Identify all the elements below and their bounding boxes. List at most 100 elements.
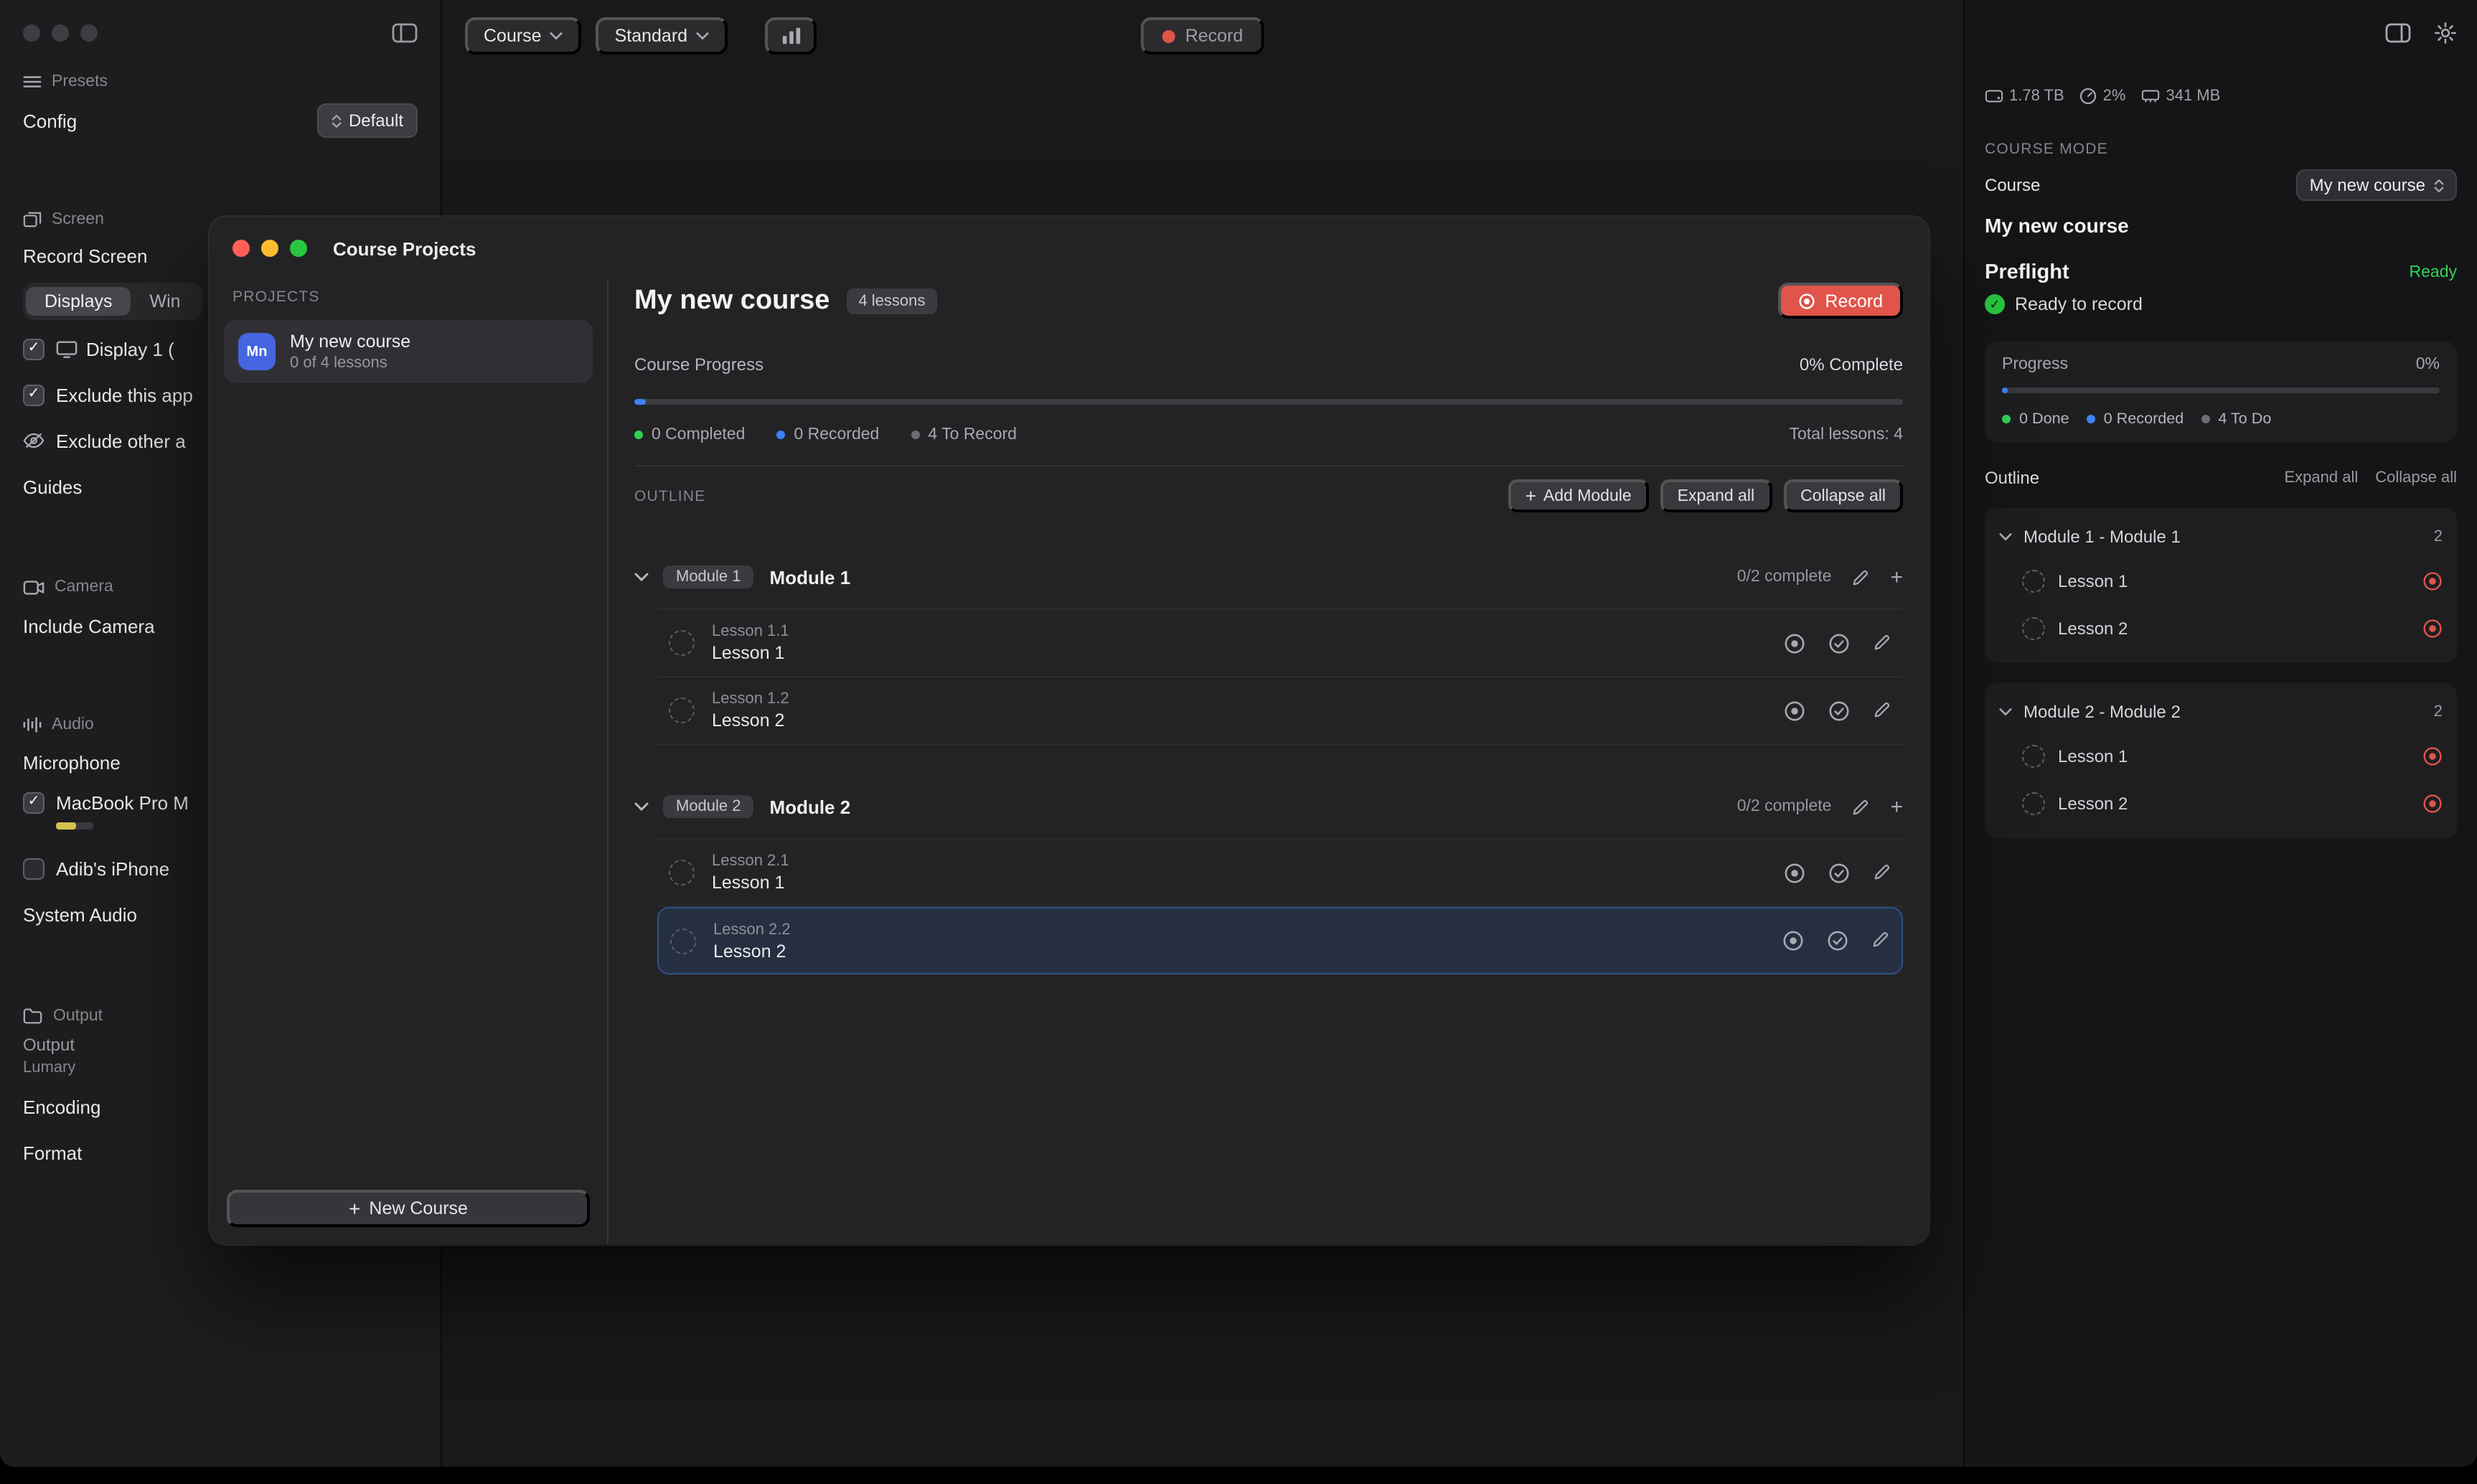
format-label[interactable]: Format <box>23 1142 82 1163</box>
pencil-icon[interactable] <box>1873 632 1891 654</box>
collapse-all-button[interactable]: Collapse all <box>1783 479 1903 512</box>
new-course-button[interactable]: + New Course <box>227 1190 590 1227</box>
add-lesson-icon[interactable]: + <box>1890 796 1903 817</box>
module-badge: Module 1 <box>663 565 754 588</box>
stats-button[interactable] <box>765 17 817 55</box>
pencil-icon[interactable] <box>1873 862 1891 883</box>
lesson-status-icon <box>2022 569 2045 592</box>
output-value[interactable]: Lumary <box>23 1059 75 1076</box>
lesson-title: Lesson 2 <box>713 941 791 961</box>
tab-windows[interactable]: Win <box>131 287 199 316</box>
display1-checkbox[interactable]: ✓ <box>23 338 44 360</box>
include-camera-label[interactable]: Include Camera <box>23 615 155 637</box>
minimize-window-button[interactable] <box>261 240 278 257</box>
close-window-button[interactable] <box>232 240 250 257</box>
zoom-window-button[interactable] <box>290 240 307 257</box>
project-subtitle: 0 of 4 lessons <box>290 354 410 372</box>
record-lesson-button[interactable] <box>2422 746 2443 766</box>
disk-usage-value: 1.78 TB <box>2009 88 2064 105</box>
mark-complete-icon[interactable] <box>1827 930 1848 952</box>
panel-expand-all[interactable]: Expand all <box>2285 469 2359 487</box>
legend-dot-completed <box>634 431 643 439</box>
lesson-row[interactable]: Lesson 1.1 Lesson 1 <box>657 610 1903 677</box>
tab-displays[interactable]: Displays <box>26 287 131 316</box>
iphone-device-checkbox[interactable] <box>23 858 44 879</box>
project-list-item[interactable]: Mn My new course 0 of 4 lessons <box>224 320 593 383</box>
sidebar-toggle-icon[interactable] <box>392 23 418 43</box>
preset-dropdown[interactable]: Standard <box>596 17 728 55</box>
mark-complete-icon[interactable] <box>1828 700 1850 721</box>
panel-right-toggle-icon[interactable] <box>2385 23 2411 43</box>
pencil-icon[interactable] <box>1851 568 1870 586</box>
record-course-button[interactable]: Record <box>1777 283 1903 319</box>
lesson-row[interactable]: Lesson 2.1 Lesson 1 <box>657 840 1903 907</box>
course-progress-row: Course Progress 0% Complete <box>634 353 1903 376</box>
memory-usage: 341 MB <box>2141 88 2220 105</box>
mark-complete-icon[interactable] <box>1828 632 1850 654</box>
panel-outline-label: Outline <box>1985 468 2039 488</box>
expand-all-button[interactable]: Expand all <box>1660 479 1772 512</box>
course-mode-panel: 1.78 TB 2% 341 MB COURSE MODE Course My … <box>1963 0 2477 1467</box>
sidebar-header <box>23 0 418 66</box>
panel-lesson-row[interactable]: Lesson 2 <box>1999 604 2443 652</box>
window-controls <box>23 24 98 42</box>
record-toolbar-button[interactable]: Record <box>1141 17 1265 55</box>
legend-dot-todo <box>2201 415 2209 423</box>
disk-usage: 1.78 TB <box>1985 88 2064 105</box>
exclude-app-checkbox[interactable]: ✓ <box>23 384 44 405</box>
lesson-status-icon <box>670 928 696 954</box>
legend-recorded: 0 Recorded <box>2104 410 2184 428</box>
chevron-down-icon <box>696 32 709 40</box>
pencil-icon[interactable] <box>1851 797 1870 816</box>
chevron-down-icon[interactable] <box>634 573 649 581</box>
zoom-window-button[interactable] <box>80 24 98 42</box>
mark-complete-icon[interactable] <box>1828 862 1850 883</box>
panel-collapse-all[interactable]: Collapse all <box>2375 469 2457 487</box>
lesson-status-icon <box>669 860 695 886</box>
add-module-button[interactable]: + Add Module <box>1508 479 1649 512</box>
legend-done: 0 Done <box>2019 410 2069 428</box>
exclude-app-label: Exclude this app <box>56 384 193 405</box>
panel-module-header[interactable]: Module 1 - Module 1 2 <box>1999 517 2443 557</box>
add-lesson-icon[interactable]: + <box>1890 566 1903 588</box>
panel-lesson-row[interactable]: Lesson 1 <box>1999 732 2443 779</box>
guides-label[interactable]: Guides <box>23 476 82 497</box>
record-lesson-button[interactable] <box>2422 570 2443 591</box>
panel-lesson-title: Lesson 2 <box>2058 618 2128 638</box>
check-icon: ✓ <box>28 342 40 356</box>
lesson-row[interactable]: Lesson 1.2 Lesson 2 <box>657 677 1903 745</box>
config-row: Config Default <box>23 103 418 138</box>
mic-device-checkbox[interactable]: ✓ <box>23 792 44 813</box>
module-complete: 0/2 complete <box>1737 798 1832 815</box>
preflight-row: Preflight Ready <box>1985 258 2457 287</box>
record-lesson-icon[interactable] <box>1782 930 1804 952</box>
course-progress-legend: 0 Completed 0 Recorded 4 To Record Total… <box>634 425 1903 445</box>
gear-icon[interactable] <box>2434 22 2457 44</box>
close-window-button[interactable] <box>23 24 40 42</box>
chevron-down-icon <box>1999 708 2012 716</box>
memory-usage-value: 341 MB <box>2166 88 2220 105</box>
divider <box>634 465 1903 466</box>
chevron-down-icon[interactable] <box>634 802 649 811</box>
encoding-label[interactable]: Encoding <box>23 1096 100 1117</box>
panel-lesson-row[interactable]: Lesson 1 <box>1999 557 2443 604</box>
record-lesson-button[interactable] <box>2422 793 2443 813</box>
record-lesson-icon[interactable] <box>1784 632 1805 654</box>
pencil-icon[interactable] <box>1871 930 1890 952</box>
panel-lesson-row[interactable]: Lesson 2 <box>1999 779 2443 827</box>
system-audio-label[interactable]: System Audio <box>23 903 137 925</box>
lesson-title: Lesson 1 <box>712 643 789 663</box>
lesson-row-selected[interactable]: Lesson 2.2 Lesson 2 <box>657 907 1903 975</box>
record-lesson-icon[interactable] <box>1784 862 1805 883</box>
course-select-dropdown[interactable]: My new course <box>2297 169 2457 201</box>
minimize-window-button[interactable] <box>52 24 69 42</box>
config-default-dropdown[interactable]: Default <box>317 103 418 138</box>
panel-module-header[interactable]: Module 2 - Module 2 2 <box>1999 692 2443 732</box>
preflight-label: Preflight <box>1985 261 2069 284</box>
record-lesson-icon[interactable] <box>1784 700 1805 721</box>
pencil-icon[interactable] <box>1873 700 1891 721</box>
eye-off-icon[interactable] <box>23 432 44 449</box>
course-mode-dropdown[interactable]: Course <box>465 17 582 55</box>
record-lesson-button[interactable] <box>2422 618 2443 638</box>
ready-text: Ready to record <box>2015 294 2143 314</box>
